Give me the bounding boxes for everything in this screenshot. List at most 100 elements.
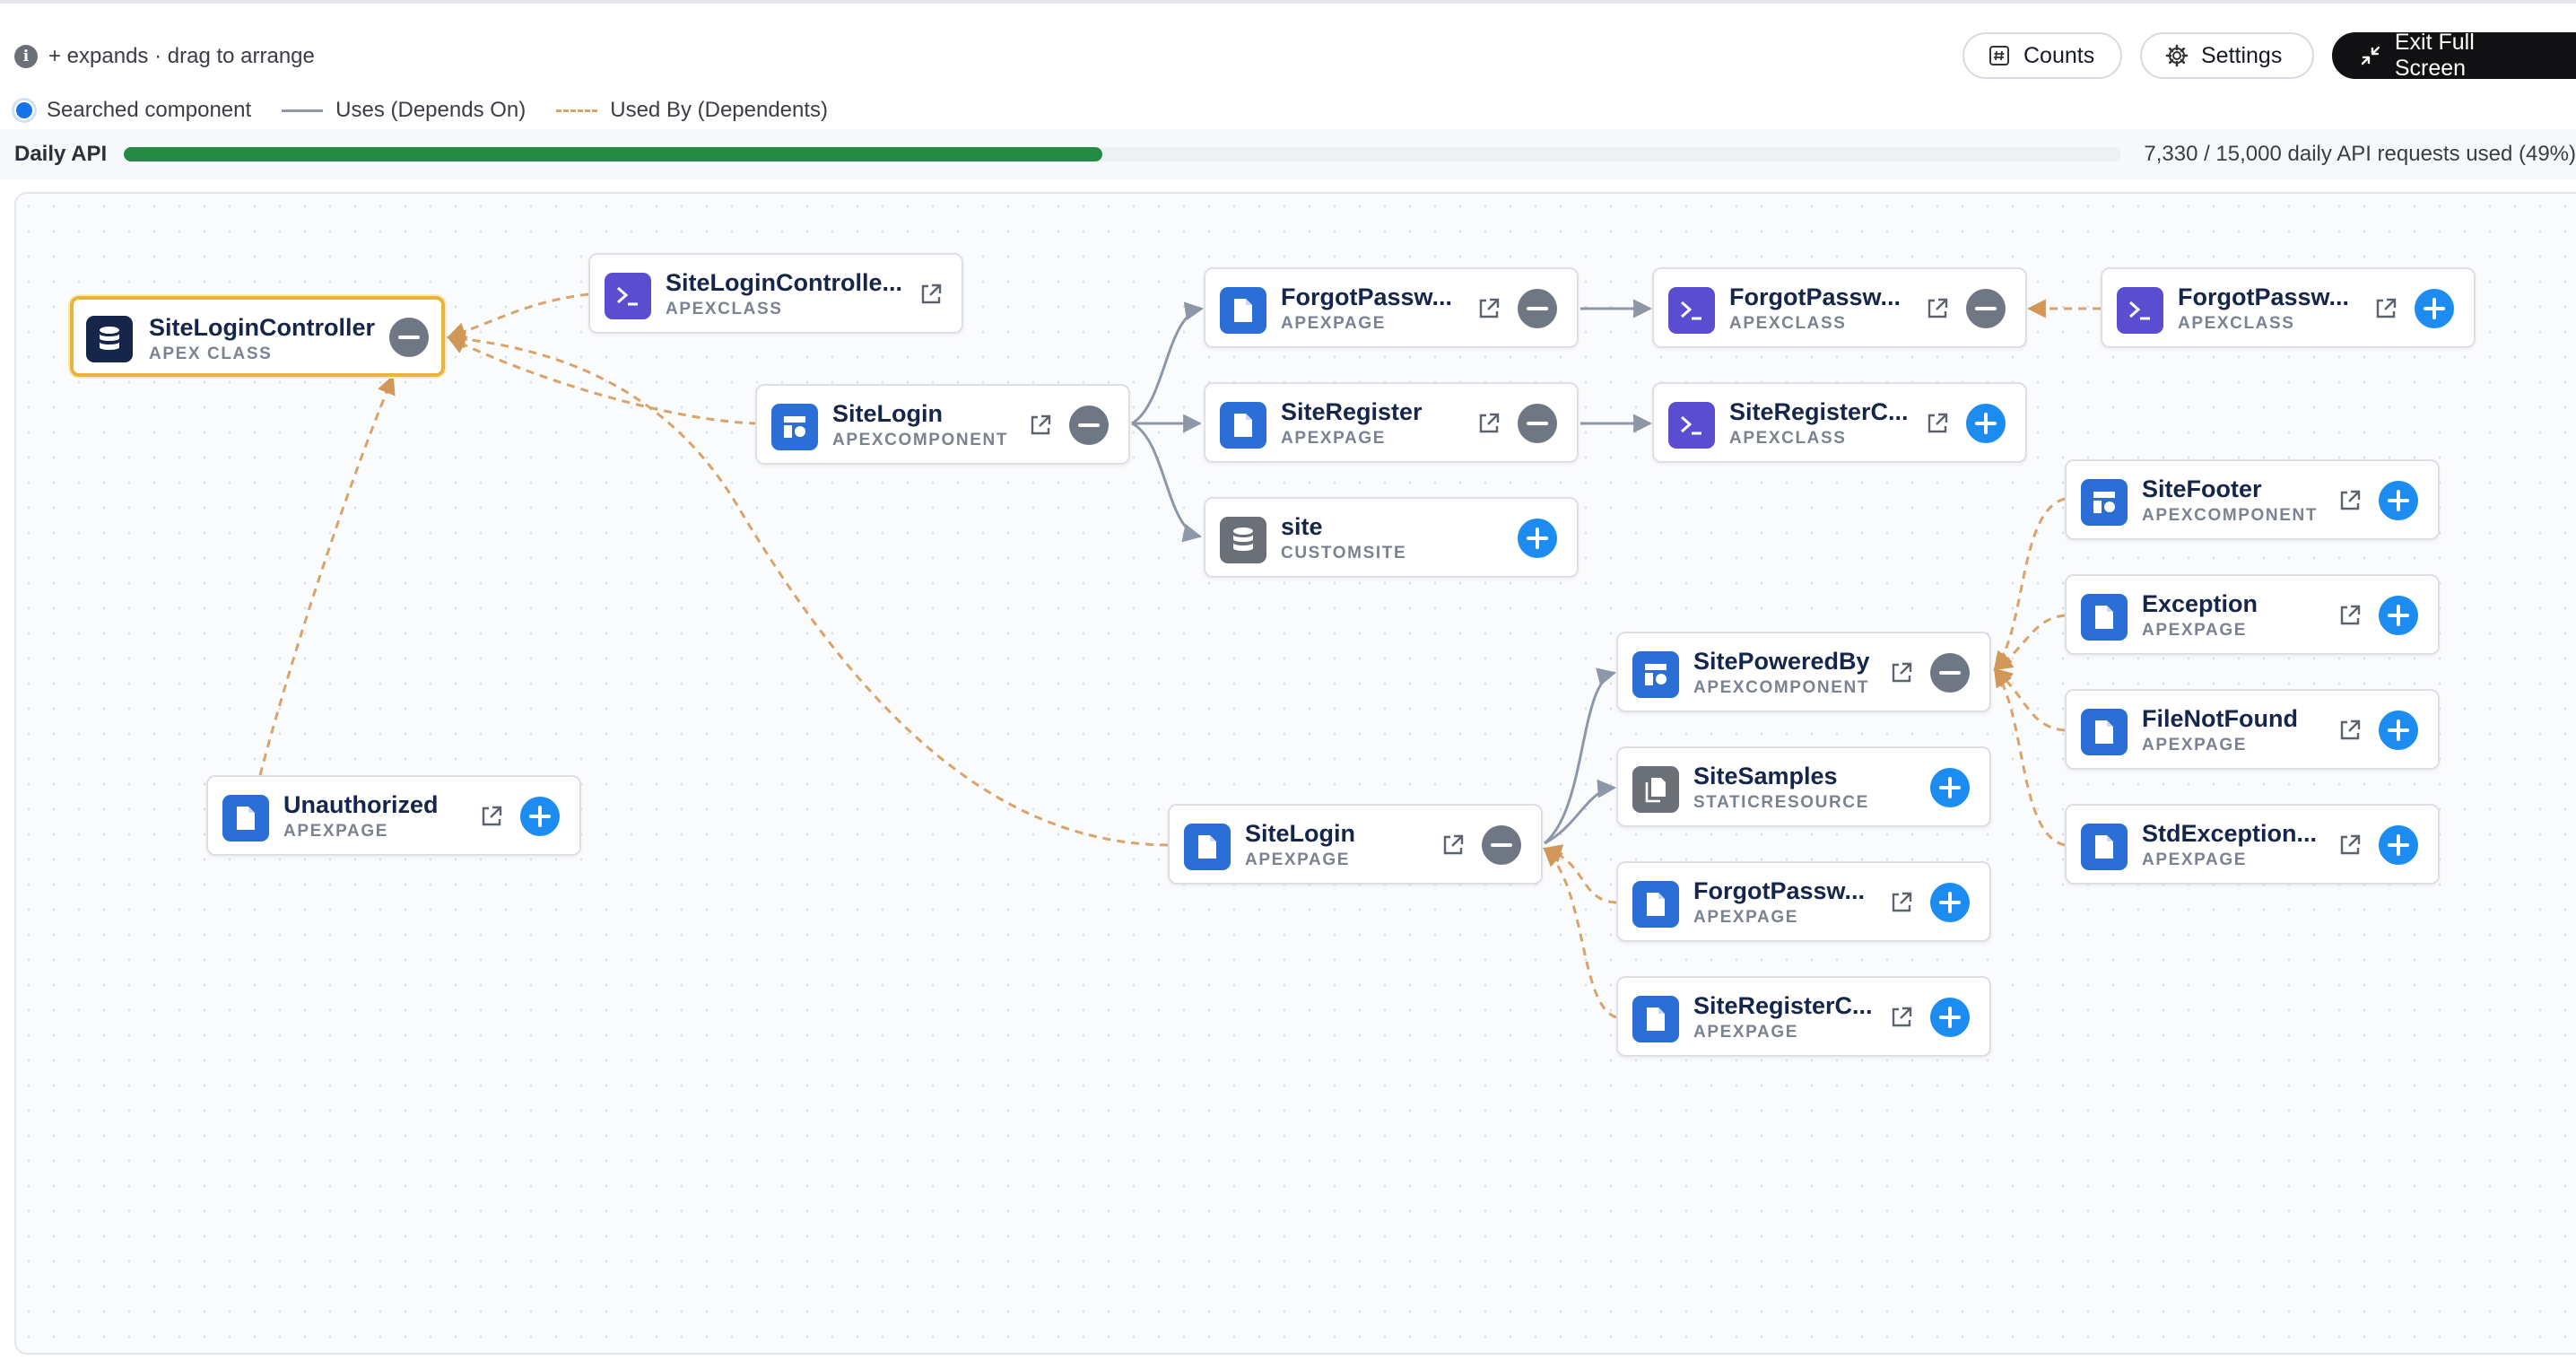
expand-button[interactable] [1518,519,1557,558]
collapse-button[interactable] [389,318,429,357]
node-name: ForgotPassw... [1281,283,1453,310]
page-icon [2081,824,2128,870]
page-icon [1184,824,1231,870]
node-samples[interactable]: SiteSamples STATICRESOURCE [1616,746,1991,827]
node-name: SitePoweredBy [1693,648,1870,675]
external-link-icon[interactable] [1024,409,1057,441]
external-link-icon[interactable] [1473,407,1505,440]
edge-unauthorized-to-searched [258,375,396,776]
database-icon [86,316,133,362]
external-link-icon[interactable] [2370,292,2402,325]
node-type: APEXPAGE [1693,908,1798,927]
external-link-icon[interactable] [1437,829,1469,861]
external-link-icon[interactable] [915,278,947,310]
node-forgot-test-class[interactable]: ForgotPassw... APEXCLASS [2101,267,2476,348]
node-type: APEX CLASS [149,344,273,363]
component-icon [771,404,818,450]
external-link-icon[interactable] [2334,714,2366,746]
node-filenotfound[interactable]: FileNotFound APEXPAGE [2065,689,2440,770]
edge-footer-to-poweredby [1993,497,2066,671]
expand-button[interactable] [2379,596,2418,635]
external-link-icon[interactable] [2334,829,2366,861]
expand-button[interactable] [1930,768,1970,807]
node-stdexception[interactable]: StdException... APEXPAGE [2065,804,2440,885]
node-type: APEXCOMPONENT [2142,506,2319,525]
node-type: APEXPAGE [1281,314,1386,333]
node-type: APEXCLASS [1729,429,1847,448]
collapse-button[interactable] [1518,289,1557,328]
node-type: APEXCLASS [2178,314,2295,333]
expand-button[interactable] [2379,711,2418,750]
page-icon [1220,287,1266,334]
edge-stdexception-to-poweredby [1993,667,2066,847]
node-name: ForgotPassw... [1729,283,1902,310]
node-type: APEXPAGE [2142,850,2247,869]
expand-button[interactable] [2379,825,2418,865]
node-poweredby[interactable]: SitePoweredBy APEXCOMPONENT [1616,632,1991,712]
external-link-icon[interactable] [1885,1001,1918,1033]
node-controller-class[interactable]: SiteLoginControlle... APEXCLASS [588,253,963,334]
collapse-button[interactable] [1966,289,2006,328]
node-type: APEXCLASS [666,300,783,318]
node-forgot-page[interactable]: ForgotPassw... APEXPAGE [1204,267,1579,348]
node-name: SiteLogin [1245,820,1355,847]
terminal-icon [1668,287,1715,334]
external-link-icon[interactable] [1885,657,1918,689]
node-name: SiteLoginControlle... [666,269,902,296]
node-type: STATICRESOURCE [1693,793,1869,812]
node-type: APEXPAGE [2142,736,2247,754]
node-searched-siteloginconroller[interactable]: SiteLoginController APEX CLASS [70,296,445,377]
node-name: ForgotPassw... [2178,283,2350,310]
external-link-icon[interactable] [1473,292,1505,325]
node-site[interactable]: site CUSTOMSITE [1204,497,1579,578]
expand-button[interactable] [1930,883,1970,922]
collapse-button[interactable] [1930,653,1970,693]
external-link-icon[interactable] [1885,886,1918,919]
node-type: APEXPAGE [1281,429,1386,448]
terminal-icon [605,273,651,319]
expand-button[interactable] [2379,481,2418,520]
node-type: APEXPAGE [2142,621,2247,640]
node-name: SiteRegisterC... [1693,992,1873,1019]
external-link-icon[interactable] [2334,484,2366,517]
node-name: StdException... [2142,820,2318,847]
node-unauthorized[interactable]: Unauthorized APEXPAGE [206,775,581,856]
edge-controllerclass-to-searched [447,292,589,341]
node-name: SiteRegister [1281,398,1423,425]
external-link-icon[interactable] [2334,599,2366,632]
expand-button[interactable] [1930,998,1970,1037]
external-link-icon[interactable] [1921,407,1954,440]
node-name: FileNotFound [2142,705,2298,732]
external-link-icon[interactable] [1921,292,1954,325]
edge-registerpage2-to-loginpage [1543,847,1617,1019]
node-sitelogin-component[interactable]: SiteLogin APEXCOMPONENT [755,384,1130,465]
node-type: APEXCLASS [1729,314,1847,333]
collapse-button[interactable] [1482,825,1521,865]
external-link-icon[interactable] [475,800,508,833]
collapse-button[interactable] [1518,404,1557,443]
node-name: SiteFooter [2142,475,2262,502]
dependency-edges [258,292,2101,1019]
node-type: APEXPAGE [1245,850,1350,869]
node-register-page[interactable]: SiteRegister APEXPAGE [1204,382,1579,463]
expand-button[interactable] [1966,404,2006,443]
node-forgot-page-2[interactable]: ForgotPassw... APEXPAGE [1616,861,1991,942]
node-name: SiteLoginController [149,314,375,341]
page-icon [222,795,269,841]
node-register-page-2[interactable]: SiteRegisterC... APEXPAGE [1616,976,1991,1057]
expand-button[interactable] [2415,289,2454,328]
terminal-icon [2117,287,2163,334]
edge-forgotpage2-to-loginpage [1542,844,1617,904]
edge-loginpage-to-poweredby [1544,667,1617,845]
expand-button[interactable] [520,797,560,836]
node-sitelogin-page[interactable]: SiteLogin APEXPAGE [1168,804,1543,885]
node-register-class[interactable]: SiteRegisterC... APEXCLASS [1652,382,2027,463]
page-icon [1632,996,1679,1042]
node-forgot-class[interactable]: ForgotPassw... APEXCLASS [1652,267,2027,348]
page-icon [2081,709,2128,755]
node-footer[interactable]: SiteFooter APEXCOMPONENT [2065,459,2440,540]
node-exception[interactable]: Exception APEXPAGE [2065,574,2440,655]
terminal-icon [1668,402,1715,449]
component-icon [2081,479,2128,526]
collapse-button[interactable] [1069,405,1109,445]
